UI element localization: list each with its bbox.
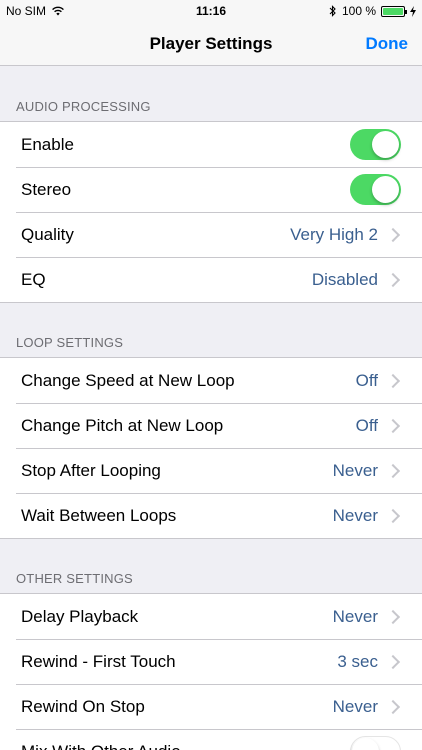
done-button[interactable]: Done <box>366 34 409 54</box>
bluetooth-icon <box>329 5 336 17</box>
stereo-toggle[interactable] <box>350 174 401 205</box>
page-title: Player Settings <box>149 34 273 53</box>
change-speed-label: Change Speed at New Loop <box>21 370 235 390</box>
chevron-right-icon <box>385 699 401 714</box>
change-speed-row[interactable]: Change Speed at New Loop Off <box>0 358 422 403</box>
eq-value: Disabled <box>311 269 378 289</box>
rewind-first-touch-value: 3 sec <box>337 651 378 671</box>
stop-after-looping-row[interactable]: Stop After Looping Never <box>0 448 422 493</box>
rewind-on-stop-row[interactable]: Rewind On Stop Never <box>0 684 422 729</box>
status-right: 100 % <box>329 4 416 18</box>
stop-after-looping-label: Stop After Looping <box>21 460 161 480</box>
mix-with-other-audio-label: Mix With Other Audio <box>21 742 350 750</box>
section-header-other: OTHER SETTINGS <box>16 571 133 586</box>
change-pitch-row[interactable]: Change Pitch at New Loop Off <box>0 403 422 448</box>
chevron-right-icon <box>385 609 401 624</box>
chevron-right-icon <box>385 227 401 242</box>
rewind-on-stop-label: Rewind On Stop <box>21 696 145 716</box>
delay-playback-value: Never <box>332 606 378 626</box>
battery-icon <box>381 5 407 17</box>
change-speed-value: Off <box>355 370 378 390</box>
eq-row[interactable]: EQ Disabled <box>0 257 422 302</box>
chevron-right-icon <box>385 373 401 388</box>
enable-toggle[interactable] <box>350 129 401 160</box>
stop-after-looping-value: Never <box>332 460 378 480</box>
chevron-right-icon <box>385 654 401 669</box>
quality-label: Quality <box>21 224 74 244</box>
rewind-first-touch-row[interactable]: Rewind - First Touch 3 sec <box>0 639 422 684</box>
chevron-right-icon <box>385 418 401 433</box>
stereo-label: Stereo <box>21 179 72 199</box>
chevron-right-icon <box>385 272 401 287</box>
wait-between-loops-value: Never <box>332 505 378 525</box>
section-header-audio: AUDIO PROCESSING <box>16 99 151 114</box>
loop-settings-group: Change Speed at New Loop Off Change Pitc… <box>0 357 422 539</box>
wait-between-loops-row[interactable]: Wait Between Loops Never <box>0 493 422 538</box>
quality-row[interactable]: Quality Very High 2 <box>0 212 422 257</box>
battery-percent: 100 % <box>341 4 376 18</box>
delay-playback-label: Delay Playback <box>21 606 139 626</box>
charging-icon <box>410 5 416 17</box>
enable-row: Enable <box>0 122 422 167</box>
mix-with-other-audio-row: Mix With Other Audio <box>0 729 422 750</box>
quality-value: Very High 2 <box>290 224 378 244</box>
stereo-row: Stereo <box>0 167 422 212</box>
delay-playback-row[interactable]: Delay Playback Never <box>0 594 422 639</box>
eq-label: EQ <box>21 269 46 289</box>
chevron-right-icon <box>385 508 401 523</box>
rewind-first-touch-label: Rewind - First Touch <box>21 651 176 671</box>
status-bar: No SIM 11:16 100 % <box>0 0 422 22</box>
mix-with-other-audio-toggle[interactable] <box>350 736 401 750</box>
enable-label: Enable <box>21 134 74 154</box>
other-settings-group: Delay Playback Never Rewind - First Touc… <box>0 593 422 750</box>
wait-between-loops-label: Wait Between Loops <box>21 505 177 525</box>
change-pitch-value: Off <box>355 415 378 435</box>
chevron-right-icon <box>385 463 401 478</box>
rewind-on-stop-value: Never <box>332 696 378 716</box>
section-header-loop: LOOP SETTINGS <box>16 335 124 350</box>
navigation-bar: Player Settings Done <box>0 22 422 66</box>
audio-processing-group: Enable Stereo Quality Very High 2 EQ Dis… <box>0 121 422 303</box>
change-pitch-label: Change Pitch at New Loop <box>21 415 224 435</box>
